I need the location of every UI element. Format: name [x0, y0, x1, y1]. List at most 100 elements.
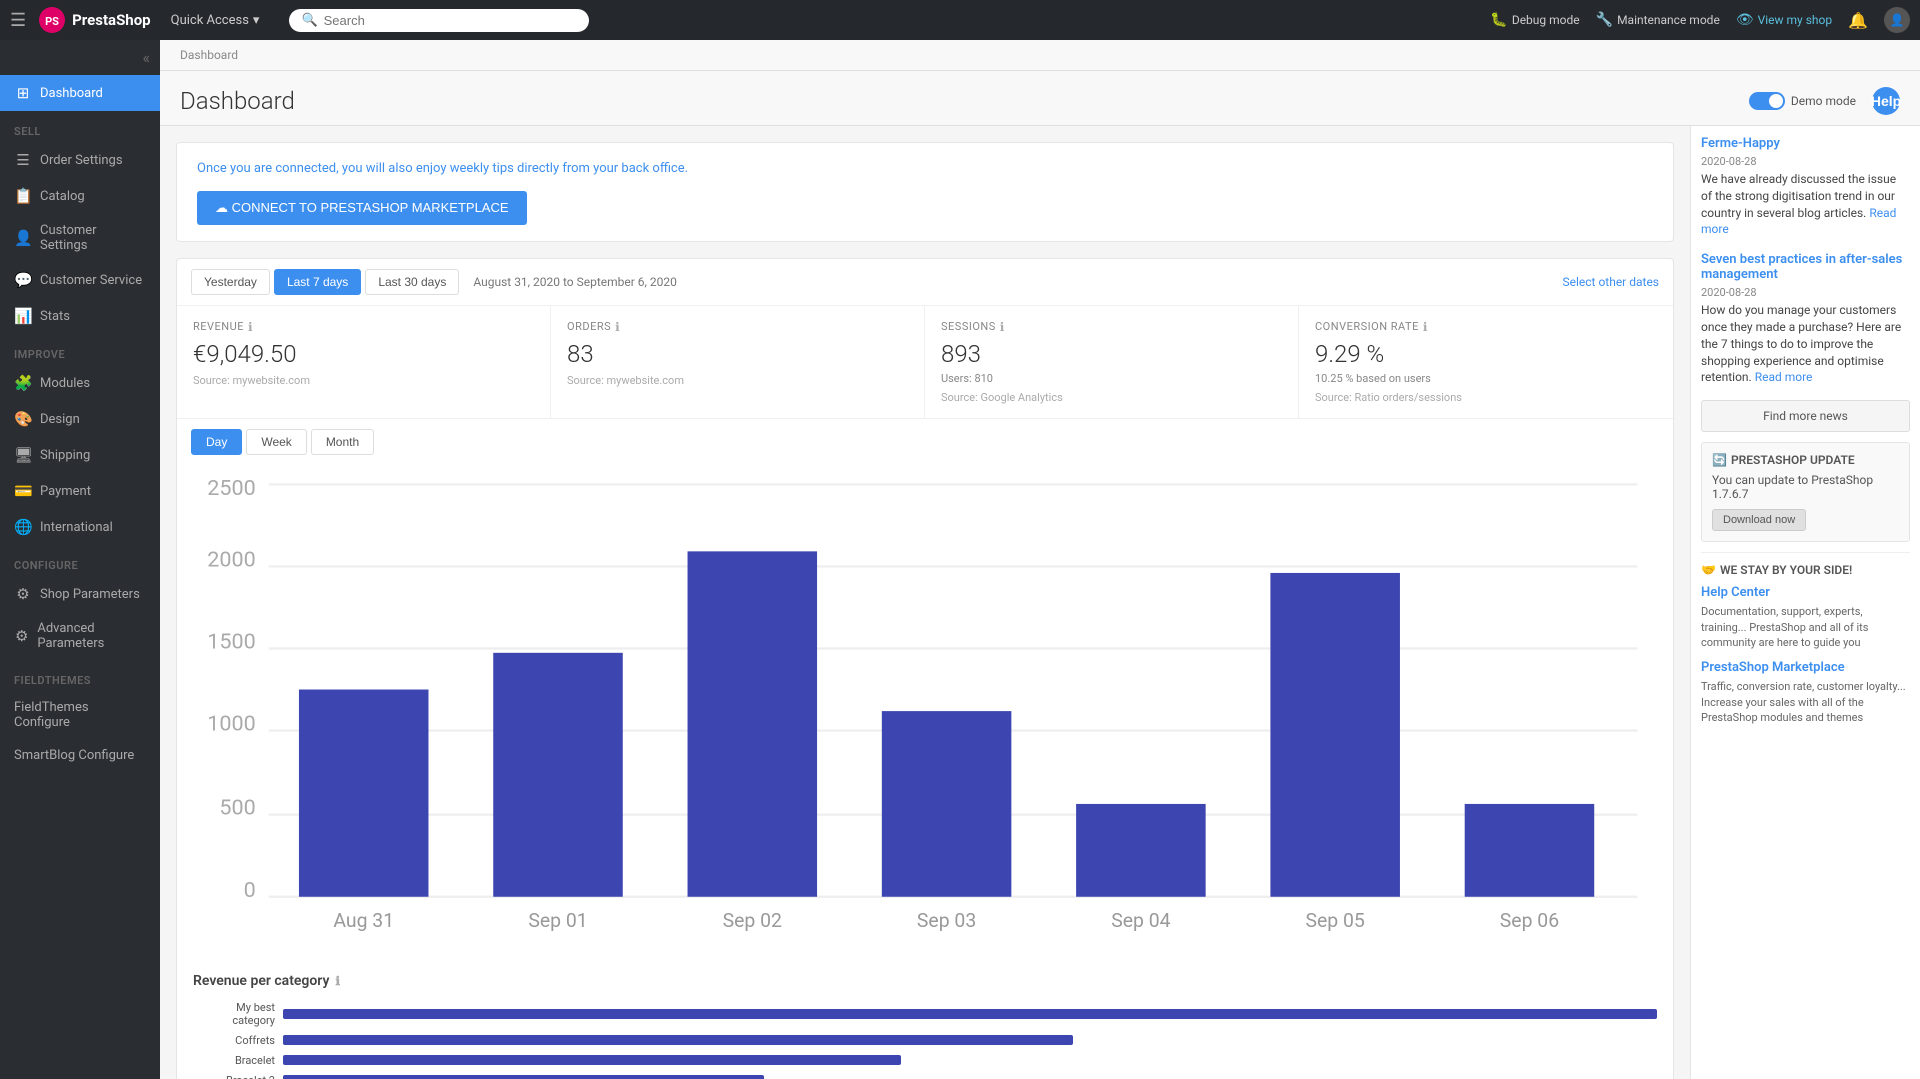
- svg-text:Sep 02: Sep 02: [723, 908, 782, 931]
- bar-sep02[interactable]: [688, 551, 818, 896]
- chart-tabs: Day Week Month: [177, 419, 1673, 455]
- find-more-button[interactable]: Find more news: [1701, 400, 1910, 432]
- sidebar-collapse-button[interactable]: «: [0, 40, 160, 75]
- sidebar-item-dashboard[interactable]: ⊞ Dashboard: [0, 75, 160, 111]
- sidebar-item-modules[interactable]: 🧩 Modules: [0, 365, 160, 401]
- sidebar-item-order-settings[interactable]: ☰ Order Settings: [0, 142, 160, 178]
- date-range: August 31, 2020 to September 6, 2020: [473, 275, 676, 289]
- prestashop-logo: PS: [38, 6, 66, 34]
- last-30-days-tab[interactable]: Last 30 days: [365, 269, 459, 295]
- bar-sep03[interactable]: [882, 711, 1012, 897]
- sidebar: « ⊞ Dashboard SELL ☰ Order Settings 📋 Ca…: [0, 40, 160, 1079]
- news-heading-2[interactable]: Seven best practices in after-sales mana…: [1701, 252, 1910, 282]
- sidebar-item-shop-parameters[interactable]: ⚙ Shop Parameters: [0, 576, 160, 612]
- sidebar-item-fieldthemes[interactable]: FieldThemes Configure: [0, 691, 160, 739]
- svg-text:Sep 06: Sep 06: [1500, 908, 1559, 931]
- category-row-coffrets: Coffrets: [193, 1033, 1657, 1047]
- week-tab[interactable]: Week: [246, 429, 306, 455]
- connect-box: Once you are connected, you will also en…: [176, 142, 1674, 242]
- dashboard-icon: ⊞: [14, 84, 32, 102]
- update-title: 🔄 PRESTASHOP UPDATE: [1712, 453, 1899, 467]
- top-nav-right: 🐛 Debug mode 🔧 Maintenance mode 👁 View m…: [1490, 7, 1910, 33]
- wrench-icon: 🔧: [1596, 12, 1613, 28]
- design-icon: 🎨: [14, 410, 32, 428]
- category-chart-title: Revenue per category ℹ: [193, 973, 1657, 989]
- info-icon-conversion: ℹ: [1423, 320, 1428, 334]
- sidebar-item-advanced-parameters[interactable]: ⚙ Advanced Parameters: [0, 612, 160, 660]
- day-tab[interactable]: Day: [191, 429, 242, 455]
- sidebar-item-international[interactable]: 🌐 International: [0, 509, 160, 545]
- category-bar: [283, 1009, 1657, 1019]
- sidebar-item-customer-service[interactable]: 💬 Customer Service: [0, 262, 160, 298]
- news-date-1: 2020-08-28: [1701, 155, 1910, 168]
- view-shop-button[interactable]: 👁 View my shop: [1736, 12, 1832, 28]
- bar-sep06[interactable]: [1465, 803, 1595, 896]
- update-icon: 🔄: [1712, 453, 1727, 467]
- bar-sep04[interactable]: [1076, 803, 1206, 896]
- international-icon: 🌐: [14, 518, 32, 536]
- logo-area: PS PrestaShop: [38, 6, 150, 34]
- sidebar-item-design[interactable]: 🎨 Design: [0, 401, 160, 437]
- quick-access-button[interactable]: Quick Access ▾: [163, 9, 268, 32]
- hamburger-icon[interactable]: ☰: [10, 10, 26, 31]
- svg-text:Aug 31: Aug 31: [333, 908, 394, 931]
- sidebar-item-catalog[interactable]: 📋 Catalog: [0, 178, 160, 214]
- svg-text:Sep 03: Sep 03: [917, 908, 976, 931]
- sidebar-item-payment[interactable]: 💳 Payment: [0, 473, 160, 509]
- bar-aug31[interactable]: [299, 689, 429, 896]
- category-row-bracelet-2: Bracelet 2: [193, 1073, 1657, 1079]
- sidebar-item-stats[interactable]: 📊 Stats: [0, 298, 160, 334]
- sidebar-section-configure: CONFIGURE: [0, 545, 160, 576]
- sidebar-item-shipping[interactable]: 🖥 Shipping: [0, 437, 160, 473]
- kpi-sessions: SESSIONS ℹ 893 Users: 810 Source: Google…: [925, 306, 1299, 418]
- connect-marketplace-button[interactable]: ☁ CONNECT TO PRESTASHOP MARKETPLACE: [197, 191, 527, 225]
- help-center-text: Documentation, support, experts, trainin…: [1701, 604, 1910, 650]
- info-icon-orders: ℹ: [615, 320, 620, 334]
- svg-text:Sep 05: Sep 05: [1306, 908, 1365, 931]
- demo-mode-toggle[interactable]: [1749, 92, 1785, 110]
- help-button[interactable]: Help: [1872, 87, 1900, 115]
- kpi-conversion: CONVERSION RATE ℹ 9.29 % 10.25 % based o…: [1299, 306, 1673, 418]
- right-panel: Ferme-Happy 2020-08-28 We have already d…: [1690, 126, 1920, 1079]
- main-layout: « ⊞ Dashboard SELL ☰ Order Settings 📋 Ca…: [0, 40, 1920, 1079]
- advanced-params-icon: ⚙: [14, 627, 29, 645]
- catalog-icon: 📋: [14, 187, 32, 205]
- yesterday-tab[interactable]: Yesterday: [191, 269, 270, 295]
- category-section: Revenue per category ℹ My best categoryC…: [177, 959, 1673, 1079]
- bar-sep05[interactable]: [1270, 572, 1400, 896]
- page-title: Dashboard: [180, 87, 295, 115]
- news-text-2: How do you manage your customers once th…: [1701, 302, 1910, 386]
- read-more-2[interactable]: Read more: [1755, 370, 1813, 384]
- news-item-2: Seven best practices in after-sales mana…: [1701, 252, 1910, 386]
- category-bars: My best categoryCoffretsBraceletBracelet…: [193, 1001, 1657, 1079]
- svg-text:Sep 04: Sep 04: [1111, 908, 1170, 931]
- svg-text:PS: PS: [45, 15, 59, 28]
- notifications-button[interactable]: 🔔: [1848, 11, 1868, 30]
- date-tabs: Yesterday Last 7 days Last 30 days Augus…: [177, 259, 1673, 306]
- svg-text:1000: 1000: [207, 711, 256, 736]
- chevron-down-icon: ▾: [253, 13, 260, 28]
- search-bar: 🔍: [289, 9, 589, 32]
- we-stay-section: 🤝 WE STAY BY YOUR SIDE! Help Center Docu…: [1701, 552, 1910, 725]
- kpi-revenue: REVENUE ℹ €9,049.50 Source: mywebsite.co…: [177, 306, 551, 418]
- maintenance-mode-button[interactable]: 🔧 Maintenance mode: [1596, 12, 1720, 28]
- sidebar-item-smartblog[interactable]: SmartBlog Configure: [0, 739, 160, 772]
- sidebar-item-customer-settings[interactable]: 👤 Customer Settings: [0, 214, 160, 262]
- bar-sep01[interactable]: [493, 652, 623, 896]
- user-avatar[interactable]: 👤: [1884, 7, 1910, 33]
- month-tab[interactable]: Month: [311, 429, 374, 455]
- info-icon-revenue: ℹ: [248, 320, 253, 334]
- search-input[interactable]: [324, 13, 578, 28]
- last-7-days-tab[interactable]: Last 7 days: [274, 269, 361, 295]
- debug-icon: 🐛: [1490, 12, 1507, 28]
- news-heading-1[interactable]: Ferme-Happy: [1701, 136, 1910, 151]
- download-now-button[interactable]: Download now: [1712, 509, 1806, 531]
- help-center-link[interactable]: Help Center: [1701, 585, 1910, 600]
- select-dates-button[interactable]: Select other dates: [1562, 275, 1659, 289]
- kpi-orders: ORDERS ℹ 83 Source: mywebsite.com: [551, 306, 925, 418]
- category-bar: [283, 1075, 764, 1079]
- update-box: 🔄 PRESTASHOP UPDATE You can update to Pr…: [1701, 442, 1910, 542]
- debug-mode-button[interactable]: 🐛 Debug mode: [1490, 12, 1579, 28]
- find-more-section: Find more news: [1701, 400, 1910, 432]
- marketplace-link[interactable]: PrestaShop Marketplace: [1701, 660, 1910, 675]
